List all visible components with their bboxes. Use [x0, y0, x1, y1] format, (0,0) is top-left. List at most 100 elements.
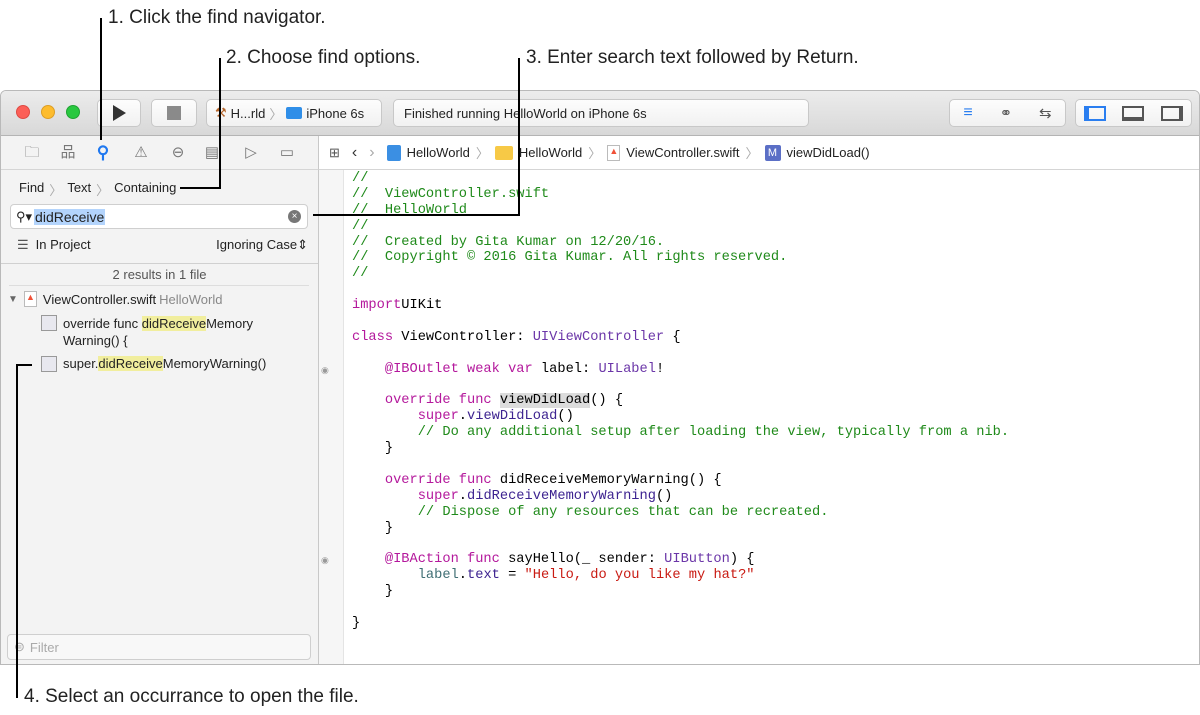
code-token: override func [384, 393, 492, 409]
code-line: // Created by Gita Kumar on 12/20/16. [352, 235, 1009, 251]
match-text: Memory [206, 316, 254, 331]
jump-file[interactable]: ViewController.swift [626, 145, 739, 160]
warning-icon[interactable]: ⚠ [131, 144, 151, 162]
code-line: importUIKit [352, 298, 1009, 314]
code-token: didReceiveMemoryWarning [467, 488, 656, 504]
scheme-selector[interactable]: ⚒ H...rld 〉 iPhone 6s [206, 99, 382, 127]
result-match-2[interactable]: super.didReceiveMemoryWarning() [41, 356, 266, 372]
code-token: . [458, 409, 468, 425]
jump-project[interactable]: HelloWorld [407, 145, 470, 160]
clear-icon[interactable]: × [288, 210, 301, 223]
code-line: override func viewDidLoad() { [352, 393, 1009, 409]
navigator-selector-bar: 🗀 品 ⚲ ⚠ ⊖ ▤ ▷ ▭ [1, 136, 319, 170]
navigator-toggle-icon[interactable] [1084, 105, 1107, 121]
find-mode-containing[interactable]: Containing [114, 180, 176, 199]
standard-editor-icon[interactable]: ≡ [963, 104, 972, 122]
result-match-1[interactable]: override func didReceiveMemory Warning() … [41, 315, 253, 349]
find-navigator-icon[interactable]: ⚲ [93, 144, 113, 162]
callout-line-4b [16, 364, 32, 366]
result-file-row[interactable]: ▼ ▲ ViewController.swift HelloWorld [8, 291, 222, 307]
device-label: iPhone 6s [306, 105, 365, 121]
code-token: } [352, 584, 394, 600]
disclosure-triangle-icon[interactable]: ▼ [8, 294, 18, 305]
code-token: class [352, 329, 394, 345]
code-token: // Created by Gita Kumar on 12/20/16. [352, 234, 665, 250]
scope-label: In Project [35, 237, 91, 252]
swift-file-icon: ▲ [607, 144, 621, 161]
debug-toggle-icon[interactable] [1122, 105, 1145, 121]
outlet-connection-icon[interactable]: ◉ [321, 365, 329, 376]
code-line: class ViewController: UIViewController { [352, 330, 1009, 346]
code-token: sayHello(_ sender: [499, 552, 665, 568]
back-icon[interactable]: ‹ [352, 144, 357, 162]
code-token: . [458, 568, 468, 584]
code-token: super [417, 409, 459, 425]
code-token: = [499, 568, 525, 584]
code-token: viewDidLoad [467, 409, 558, 425]
match-highlight: didReceive [141, 316, 207, 331]
code-line-icon [41, 356, 57, 372]
run-button[interactable] [97, 99, 141, 127]
toolbar: ⚒ H...rld 〉 iPhone 6s Finished running H… [1, 91, 1199, 136]
annotation-3: 3. Enter search text followed by Return. [526, 47, 859, 68]
jump-symbol[interactable]: viewDidLoad() [787, 145, 870, 160]
search-field[interactable]: ⚲▾ didReceive × [10, 204, 308, 229]
code-token: import [352, 298, 402, 314]
filter-input[interactable]: Filter [30, 640, 59, 655]
action-connection-icon[interactable]: ◉ [321, 555, 329, 566]
test-icon[interactable]: ⊖ [168, 144, 188, 162]
code-token: // [352, 171, 369, 186]
code-token: UIButton [664, 552, 730, 568]
code-line: // Do any additional setup after loading… [352, 425, 1009, 441]
find-mode-find[interactable]: Find [19, 180, 44, 199]
minimize-button[interactable] [41, 105, 55, 119]
breakpoint-icon[interactable]: ▷ [241, 144, 261, 162]
find-mode-text[interactable]: Text [67, 180, 91, 199]
code-token: didReceiveMemoryWarning() { [491, 472, 722, 488]
updown-icon: ⇕ [297, 237, 308, 252]
code-token: // Copyright © 2016 Gita Kumar. All righ… [352, 250, 788, 266]
code-line: // ViewController.swift [352, 187, 1009, 203]
case-selector[interactable]: Ignoring Case⇕ [216, 237, 308, 253]
xcode-window: ⚒ H...rld 〉 iPhone 6s Finished running H… [0, 90, 1200, 665]
code-line: // HelloWorld [352, 203, 1009, 219]
find-mode-breadcrumb: Find 〉 Text 〉 Containing [19, 180, 177, 199]
close-button[interactable] [16, 105, 30, 119]
code-token: } [352, 441, 394, 457]
activity-status: Finished running HelloWorld on iPhone 6s [393, 99, 809, 127]
code-token: @IBAction func [384, 552, 500, 568]
folder-icon[interactable]: 🗀 [22, 144, 42, 162]
scope-selector[interactable]: ☰ In Project [17, 237, 91, 253]
code-token: { [664, 329, 681, 345]
jump-group[interactable]: HelloWorld [519, 145, 582, 160]
symbol-hierarchy-icon[interactable]: 品 [58, 144, 78, 162]
version-editor-icon[interactable]: ⇆ [1039, 104, 1052, 122]
related-items-icon[interactable]: ⊞ [329, 145, 340, 161]
code-token: () { [590, 393, 624, 409]
zoom-button[interactable] [66, 105, 80, 119]
result-project-name: HelloWorld [159, 291, 223, 307]
search-options-icon[interactable]: ⚲▾ [16, 209, 32, 225]
forward-icon[interactable]: › [369, 144, 374, 162]
report-icon[interactable]: ▭ [277, 144, 297, 162]
code-line: super.viewDidLoad() [352, 409, 1009, 425]
stop-button[interactable] [151, 99, 197, 127]
panel-toggle-group [1075, 99, 1192, 127]
code-line: // [352, 266, 1009, 282]
search-input[interactable]: didReceive [34, 208, 106, 225]
utilities-toggle-icon[interactable] [1160, 105, 1183, 121]
code-token: label: [532, 361, 599, 377]
code-token: () [557, 409, 574, 425]
source-editor[interactable]: //// ViewController.swift// HelloWorld//… [352, 171, 1009, 632]
code-token: UIKit [401, 298, 443, 314]
project-icon [386, 144, 401, 161]
callout-line-2 [219, 58, 221, 189]
code-line: // [352, 171, 1009, 187]
filter-field[interactable]: ⊜ Filter [7, 634, 311, 660]
code-token: } [352, 615, 361, 631]
assistant-editor-icon[interactable]: ⚭ [1000, 104, 1013, 122]
